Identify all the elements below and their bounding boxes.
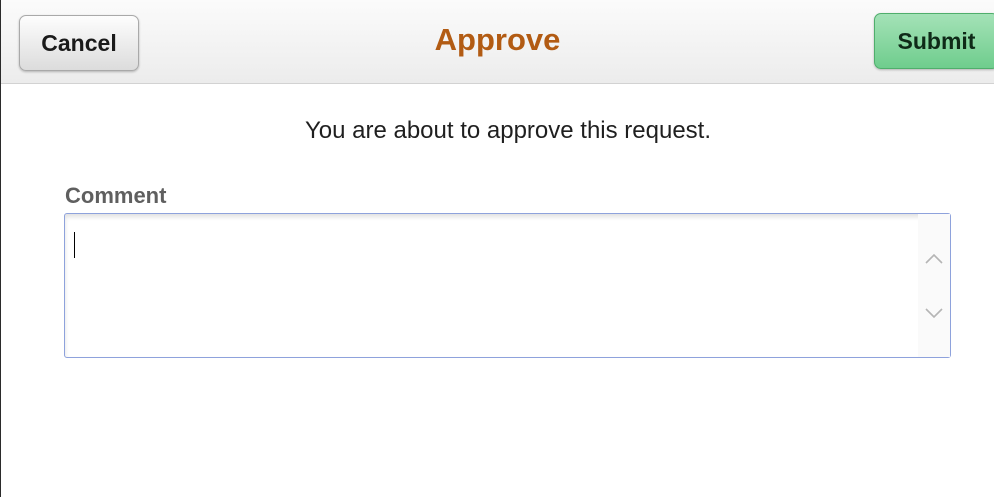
header-bar: Cancel Approve Submit: [1, 0, 994, 84]
page-title: Approve: [434, 22, 561, 57]
chevron-down-icon[interactable]: [918, 298, 950, 328]
comment-input[interactable]: [65, 214, 920, 357]
comment-label: Comment: [65, 183, 167, 208]
text-caret: [74, 232, 75, 258]
confirmation-message: You are about to approve this request.: [304, 117, 712, 144]
approve-dialog: Cancel Approve Submit You are about to a…: [0, 0, 994, 497]
chevron-up-icon[interactable]: [918, 244, 950, 274]
submit-button[interactable]: Submit: [874, 13, 994, 69]
comment-scrollbar[interactable]: [918, 214, 950, 357]
comment-field[interactable]: [64, 213, 951, 358]
